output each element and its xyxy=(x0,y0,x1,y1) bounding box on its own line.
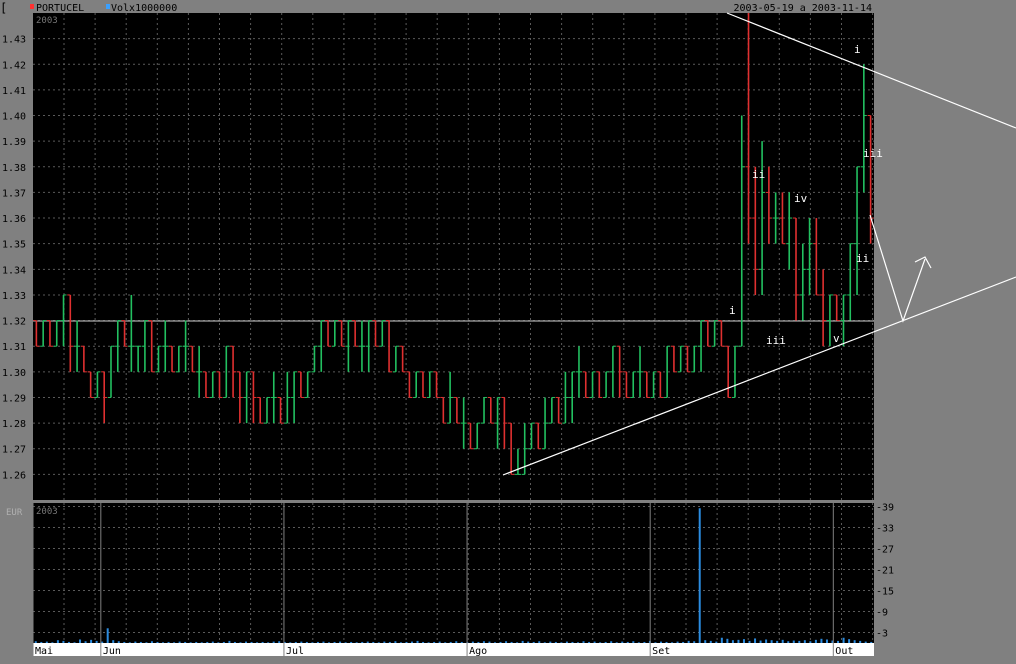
corner-glyph: [ xyxy=(0,1,7,15)
price-tick-label: 1.28 xyxy=(2,419,26,430)
price-tick-label: 1.39 xyxy=(2,137,26,148)
wave-label-2: ii xyxy=(752,168,765,181)
volume-tick-label: -3 xyxy=(876,629,888,640)
symbol-marker xyxy=(30,4,34,9)
price-tick-label: 1.42 xyxy=(2,60,26,71)
volume-unit-label: EUR xyxy=(6,508,23,518)
month-label: Out xyxy=(835,646,853,657)
volume-tick-label: -21 xyxy=(876,566,894,577)
wave-label-3: iii xyxy=(766,334,786,347)
price-tick-label: 1.40 xyxy=(2,112,26,123)
volume-year-label: 2003 xyxy=(36,507,58,517)
header-symbol: PORTUCEL xyxy=(36,3,84,14)
price-tick-label: 1.41 xyxy=(2,86,26,97)
price-tick-label: 1.31 xyxy=(2,342,26,353)
chart-svg: PORTUCEL Volx1000000 2003-05-19 a 2003-1… xyxy=(0,0,1016,660)
chart-window: PORTUCEL Volx1000000 2003-05-19 a 2003-1… xyxy=(0,0,1016,660)
price-tick-label: 1.43 xyxy=(2,35,26,46)
month-label: Set xyxy=(652,646,670,657)
wave-label-7: ii xyxy=(856,252,869,265)
month-label: Jun xyxy=(103,646,121,657)
price-tick-label: 1.36 xyxy=(2,214,26,225)
price-tick-label: 1.34 xyxy=(2,265,26,276)
price-tick-label: 1.27 xyxy=(2,445,26,456)
wave-label-8: iii xyxy=(863,147,883,160)
wave-label-5: v xyxy=(833,332,840,345)
volume-marker xyxy=(106,4,110,9)
wave-label-4: iv xyxy=(794,192,808,205)
wave-label-6: i xyxy=(854,43,861,56)
month-label: Ago xyxy=(469,646,487,657)
price-tick-label: 1.37 xyxy=(2,188,26,199)
month-axis-strip xyxy=(33,643,874,656)
price-year-label: 2003 xyxy=(36,16,58,26)
volume-tick-label: -15 xyxy=(876,587,894,598)
header-date-range: 2003-05-19 a 2003-11-14 xyxy=(734,3,872,14)
price-tick-label: 1.26 xyxy=(2,470,26,481)
price-tick-label: 1.32 xyxy=(2,317,26,328)
price-tick-label: 1.30 xyxy=(2,368,26,379)
price-tick-label: 1.29 xyxy=(2,393,26,404)
volume-tick-label: -9 xyxy=(876,608,888,619)
price-tick-label: 1.35 xyxy=(2,240,26,251)
price-tick-label: 1.33 xyxy=(2,291,26,302)
volume-tick-label: -33 xyxy=(876,524,894,535)
month-label: Mai xyxy=(35,646,53,657)
month-label: Jul xyxy=(286,646,304,657)
header-volume-label: Volx1000000 xyxy=(111,3,177,14)
price-tick-label: 1.38 xyxy=(2,163,26,174)
volume-tick-label: -27 xyxy=(876,545,894,556)
volume-tick-label: -39 xyxy=(876,503,894,514)
wave-label-1: i xyxy=(729,304,736,317)
